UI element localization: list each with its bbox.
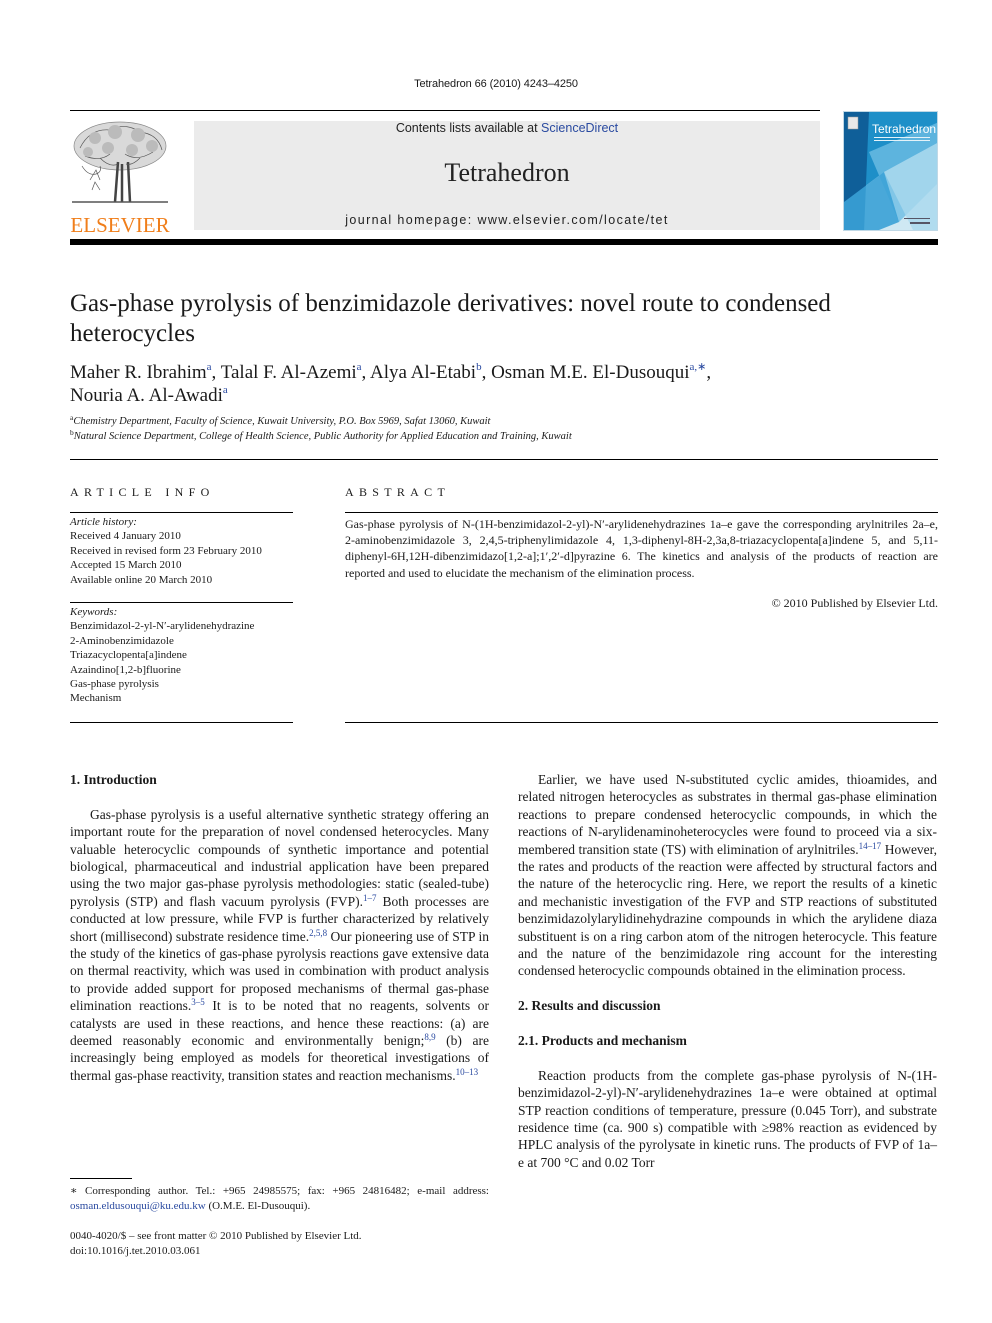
contents-line: Contents lists available at ScienceDirec… <box>194 121 820 135</box>
history-item: Received in revised form 23 February 201… <box>70 544 262 557</box>
citation-link[interactable]: 8,9 <box>424 1032 435 1042</box>
affiliation-list: aChemistry Department, Faculty of Scienc… <box>70 414 938 444</box>
abstract-copyright: © 2010 Published by Elsevier Ltd. <box>771 596 938 610</box>
abstract-rule <box>345 512 938 513</box>
author-affiliation-marker[interactable]: a,∗ <box>690 361 707 373</box>
keyword-item[interactable]: Mechanism <box>70 691 300 705</box>
elsevier-wordmark: ELSEVIER <box>70 213 170 237</box>
author-affiliation-marker[interactable]: a <box>223 384 228 396</box>
journal-banner: Contents lists available at ScienceDirec… <box>194 121 820 230</box>
contents-prefix: Contents lists available at <box>395 121 542 135</box>
introduction-paragraph-2: Earlier, we have used N-substituted cycl… <box>518 772 938 979</box>
history-label: Article history: <box>70 516 137 528</box>
body-left-column: 1. Introduction Gas-phase pyrolysis is a… <box>70 771 489 1084</box>
article-info-heading: ARTICLE INFO <box>70 485 215 499</box>
history-item: Accepted 15 March 2010 <box>70 559 182 572</box>
header-thick-rule <box>70 239 938 245</box>
citation-link[interactable]: 10–13 <box>456 1067 479 1077</box>
header-rule <box>70 110 820 111</box>
keyword-item[interactable]: Benzimidazol-2-yl-N′-arylidenehydrazine <box>70 619 300 633</box>
keywords-block: Keywords: Benzimidazol-2-yl-N′-arylidene… <box>70 605 300 706</box>
introduction-heading: 1. Introduction <box>70 772 157 787</box>
citation-link[interactable]: 1–7 <box>363 893 377 903</box>
history-item: Available online 20 March 2010 <box>70 573 213 586</box>
affiliation-text: Natural Science Department, College of H… <box>73 431 572 442</box>
keyword-item[interactable]: 2-Aminobenzimidazole <box>70 634 300 648</box>
footnote-rule <box>70 1178 132 1179</box>
introduction-paragraph: Gas-phase pyrolysis is a useful alternat… <box>70 806 490 1083</box>
body-right-column: Earlier, we have used N-substituted cycl… <box>518 771 937 1171</box>
history-list: Received 4 January 2010 Received in revis… <box>70 529 300 587</box>
affiliation: bNatural Science Department, College of … <box>70 429 938 444</box>
footnote-suffix: (O.M.E. El-Dusouqui). <box>205 1200 311 1212</box>
author-name[interactable]: Talal F. Al-Azemi <box>221 362 357 383</box>
keywords-rule <box>70 602 293 603</box>
title-rule <box>70 459 938 460</box>
keyword-item[interactable]: Triazacyclopenta[a]indene <box>70 648 300 662</box>
footnote-text: ∗ Corresponding author. Tel.: +965 24985… <box>70 1185 489 1197</box>
author-name[interactable]: Nouria A. Al-Awadi <box>70 385 223 406</box>
keywords-label: Keywords: <box>70 606 118 618</box>
affiliation: aChemistry Department, Faculty of Scienc… <box>70 414 938 429</box>
citation-link[interactable]: 14–17 <box>859 841 882 851</box>
journal-cover-art: Tetrahedron <box>844 112 937 230</box>
citation-link[interactable]: 2,5,8 <box>309 928 327 938</box>
author-name[interactable]: Osman M.E. El-Dusouqui <box>491 362 689 383</box>
citation-link[interactable]: 3–5 <box>191 997 205 1007</box>
affiliation-text: Chemistry Department, Faculty of Science… <box>73 416 491 427</box>
article-history: Article history: Received 4 January 2010… <box>70 515 300 587</box>
article-title: Gas-phase pyrolysis of benzimidazole der… <box>70 290 831 347</box>
cover-title: Tetrahedron <box>872 122 936 136</box>
elsevier-tree-icon <box>72 121 168 203</box>
author-name[interactable]: Maher R. Ibrahim <box>70 362 207 383</box>
history-item: Received 4 January 2010 <box>70 530 181 543</box>
results-paragraph: Reaction products from the complete gas-… <box>518 1067 937 1170</box>
author-affiliation-marker[interactable]: a <box>357 361 362 373</box>
author-email-link[interactable]: osman.eldusouqui@ku.edu.kw <box>70 1200 206 1212</box>
author-list: Maher R. Ibrahima, Talal F. Al-Azemia, A… <box>70 361 712 407</box>
keyword-item[interactable]: Gas-phase pyrolysis <box>70 677 300 691</box>
abstract-heading: ABSTRACT <box>345 485 451 499</box>
keyword-list: Benzimidazol-2-yl-N′-arylidenehydrazine 2… <box>70 619 300 705</box>
article-info-rule <box>70 512 293 513</box>
journal-cover-thumbnail[interactable]: Tetrahedron <box>843 111 938 231</box>
abstract-text: Gas-phase pyrolysis of N-(1H-benzimidazo… <box>345 517 938 580</box>
article-info-bottom-rule <box>70 722 293 723</box>
issn-line: 0040-4020/$ – see front matter © 2010 Pu… <box>70 1230 362 1242</box>
results-heading: 2. Results and discussion <box>518 998 661 1014</box>
issn-doi-block: 0040-4020/$ – see front matter © 2010 Pu… <box>70 1229 489 1258</box>
elsevier-logo[interactable]: ELSEVIER <box>70 118 170 237</box>
doi-line[interactable]: doi:10.1016/j.tet.2010.03.061 <box>70 1244 489 1259</box>
author-affiliation-marker[interactable]: b <box>476 361 482 373</box>
journal-citation: Tetrahedron 66 (2010) 4243–4250 <box>414 78 578 90</box>
products-mechanism-heading: 2.1. Products and mechanism <box>518 1033 687 1049</box>
sciencedirect-link[interactable]: ScienceDirect <box>541 121 618 135</box>
author-name[interactable]: Alya Al-Etabi <box>370 362 476 383</box>
author-affiliation-marker[interactable]: a <box>207 361 212 373</box>
journal-homepage[interactable]: journal homepage: www.elsevier.com/locat… <box>194 213 820 227</box>
abstract-bottom-rule <box>345 722 938 723</box>
corresponding-author-footnote: ∗ Corresponding author. Tel.: +965 24985… <box>70 1184 489 1214</box>
journal-name: Tetrahedron <box>444 158 570 187</box>
keyword-item[interactable]: Azaindino[1,2-b]fluorine <box>70 663 300 677</box>
